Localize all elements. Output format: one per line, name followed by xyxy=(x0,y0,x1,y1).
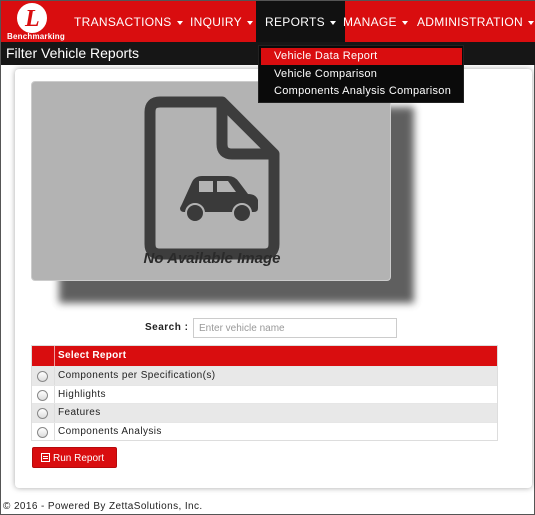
report-row-features[interactable]: Features xyxy=(32,403,497,422)
menu-item-components-analysis-comparison[interactable]: Components Analysis Comparison xyxy=(259,83,464,100)
report-table-header: Select Report xyxy=(32,346,497,366)
no-image-text: No Available Image xyxy=(143,250,281,267)
report-row-highlights[interactable]: Highlights xyxy=(32,384,497,403)
image-placeholder: No Available Image xyxy=(31,81,391,281)
page-title: Filter Vehicle Reports xyxy=(6,45,140,61)
caret-down-icon xyxy=(246,20,253,25)
brand-logo[interactable]: L Benchmarking xyxy=(5,2,65,42)
report-radio[interactable] xyxy=(37,389,48,401)
run-report-label: Run Report xyxy=(53,453,105,464)
nav-administration[interactable]: ADMINISTRATION xyxy=(417,1,534,42)
caret-down-icon xyxy=(329,20,336,25)
nav-transactions[interactable]: TRANSACTIONS xyxy=(74,1,183,42)
report-row-label: Components Analysis xyxy=(58,425,162,437)
search-label: Search : xyxy=(145,322,189,333)
report-row-label: Components per Specification(s) xyxy=(58,370,216,381)
report-table: Select Report Components per Specificati… xyxy=(31,345,498,441)
nav-manage[interactable]: MANAGE xyxy=(343,1,408,42)
report-row-components-per-specification[interactable]: Components per Specification(s) xyxy=(32,366,497,385)
run-report-button[interactable]: Run Report xyxy=(32,447,117,468)
report-table-header-label: Select Report xyxy=(58,350,127,361)
caret-down-icon xyxy=(176,20,183,25)
logo-mark: L xyxy=(17,3,47,33)
report-radio[interactable] xyxy=(37,426,48,438)
logo-text: Benchmarking xyxy=(7,32,65,41)
report-radio[interactable] xyxy=(37,408,48,419)
vehicle-image: No Available Image xyxy=(31,81,414,303)
report-radio[interactable] xyxy=(37,371,48,382)
search-input[interactable] xyxy=(193,318,397,338)
reports-dropdown-menu: Vehicle Data Report Vehicle Comparison C… xyxy=(258,45,464,103)
menu-item-vehicle-comparison[interactable]: Vehicle Comparison xyxy=(259,66,464,83)
nav-inquiry[interactable]: INQUIRY xyxy=(190,1,253,42)
caret-down-icon xyxy=(401,20,408,25)
nav-reports[interactable]: REPORTS xyxy=(256,1,345,42)
report-icon xyxy=(41,453,50,462)
report-row-components-analysis[interactable]: Components Analysis xyxy=(32,421,497,440)
top-navbar: L Benchmarking TRANSACTIONS INQUIRY REPO… xyxy=(1,1,535,42)
report-row-label: Features xyxy=(58,407,101,418)
caret-down-icon xyxy=(527,20,534,25)
report-row-label: Highlights xyxy=(58,388,106,400)
menu-item-vehicle-data-report[interactable]: Vehicle Data Report xyxy=(261,48,462,65)
footer-text: © 2016 - Powered By ZettaSolutions, Inc. xyxy=(3,501,203,512)
